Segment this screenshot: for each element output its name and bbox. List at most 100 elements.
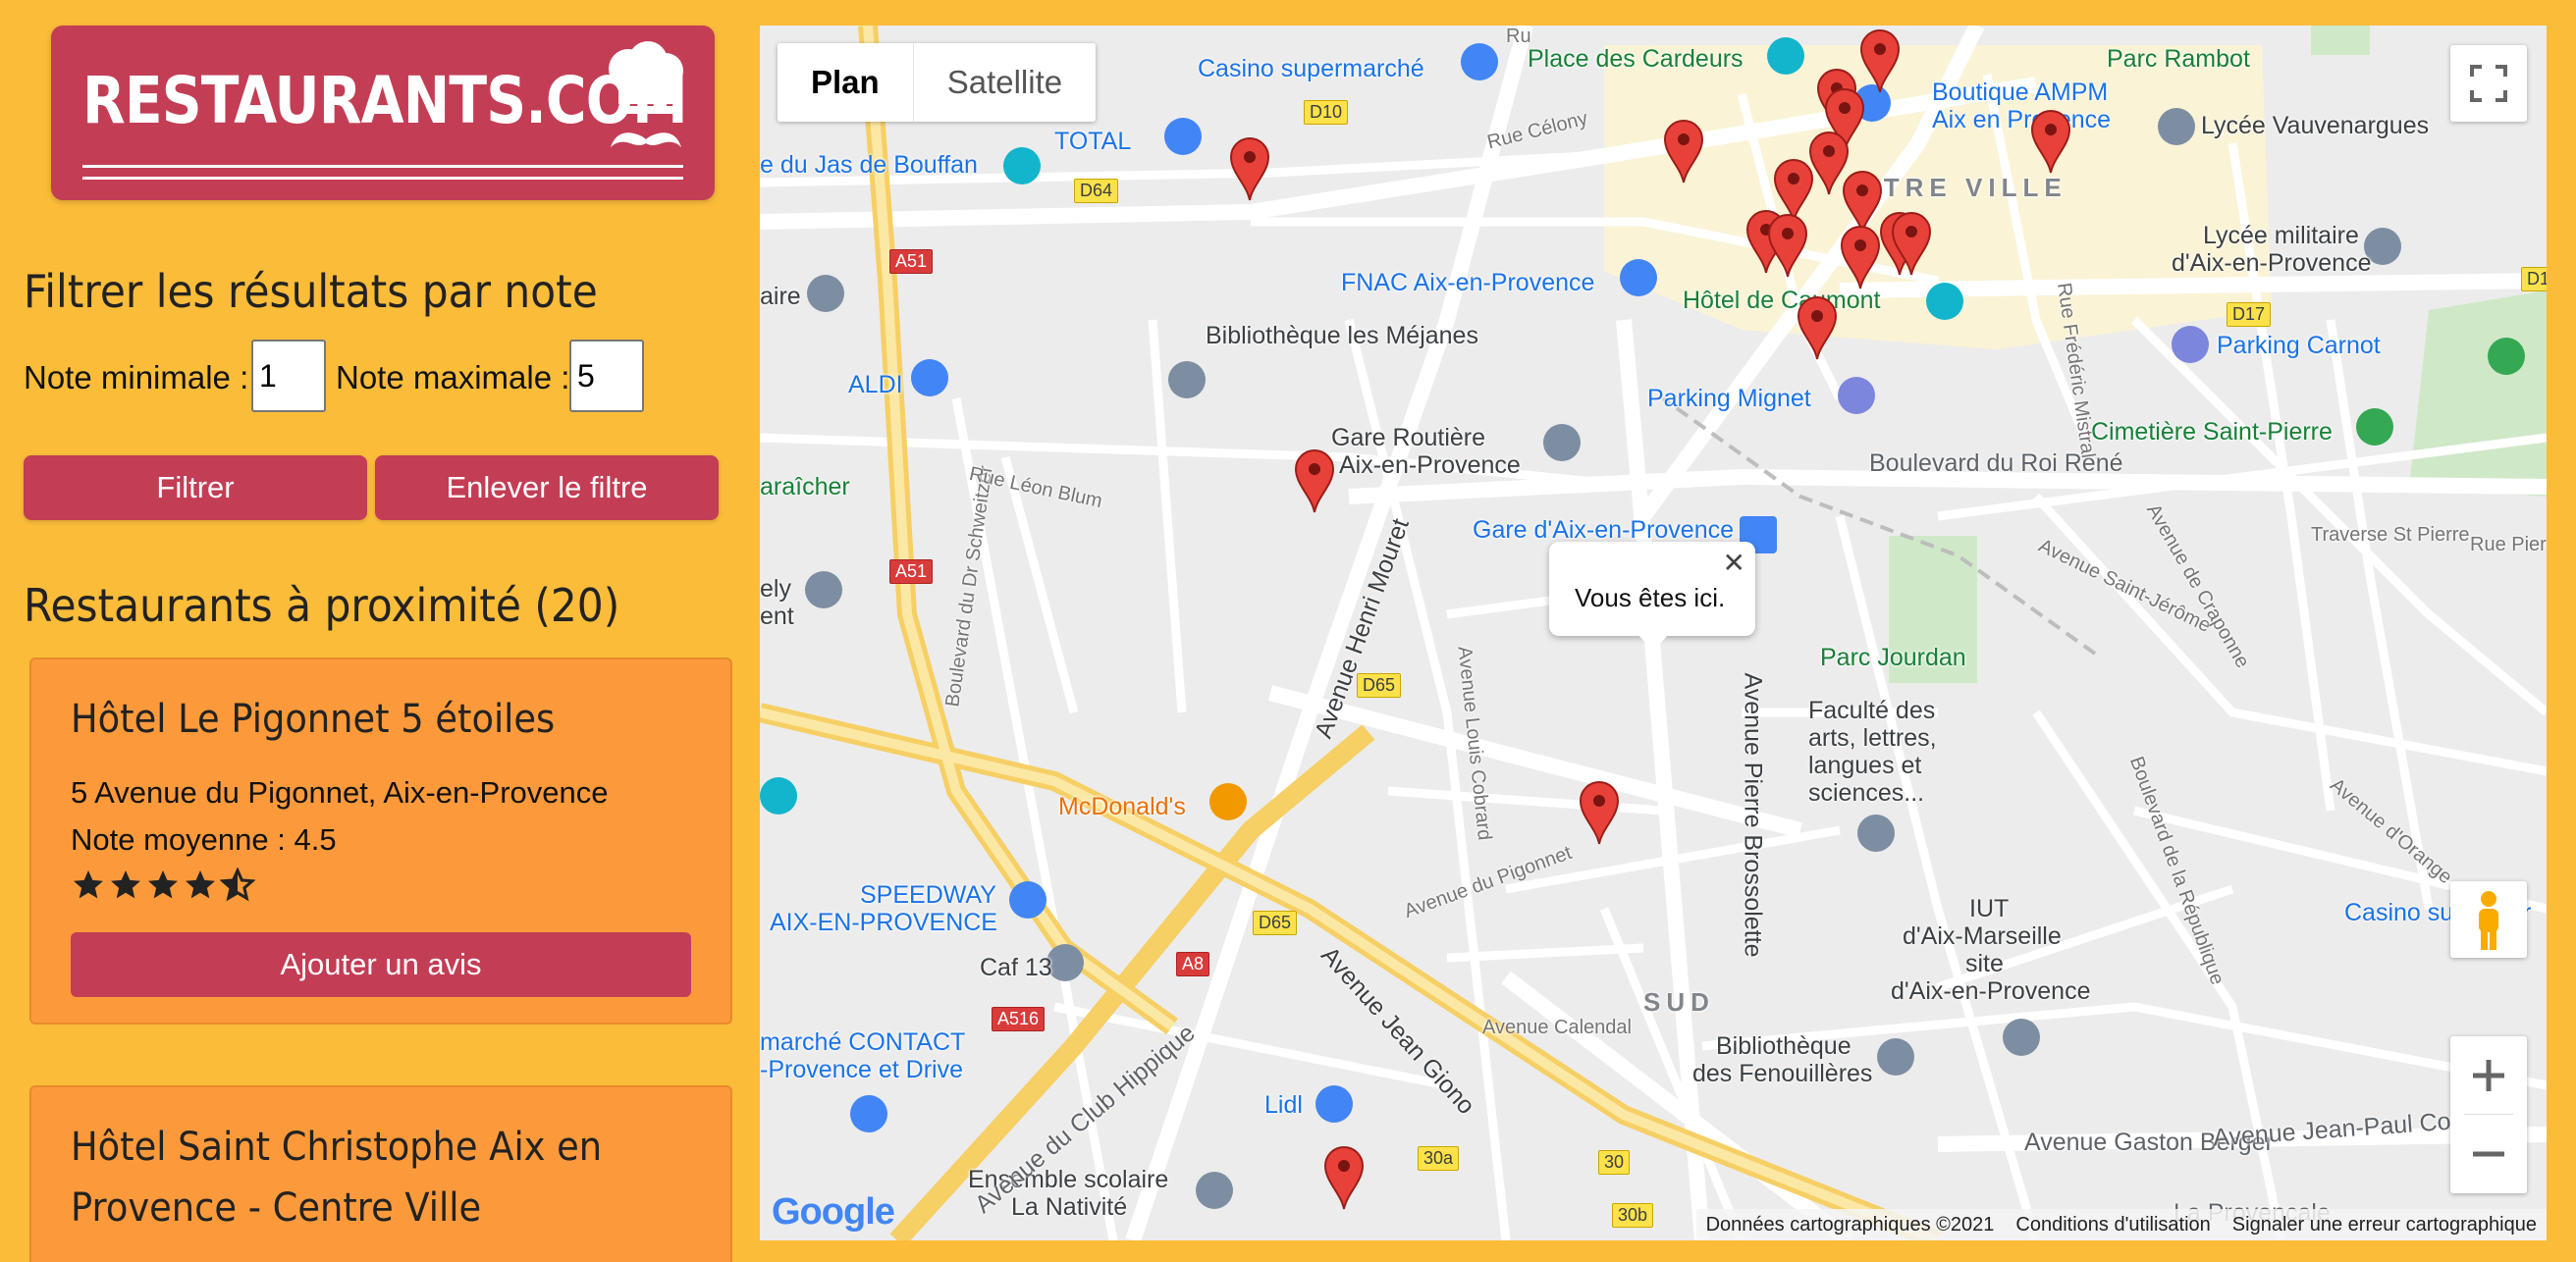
road-shield: 30 bbox=[1598, 1150, 1631, 1175]
school-icon[interactable] bbox=[1196, 1172, 1233, 1209]
restaurant-address: 5 Avenue du Pigonnet, Aix-en-Provence bbox=[71, 775, 609, 810]
camera-icon[interactable] bbox=[1767, 37, 1804, 75]
map-label: langues et bbox=[1808, 752, 1922, 779]
close-icon[interactable]: ✕ bbox=[1723, 550, 1745, 577]
restaurant-marker[interactable] bbox=[1859, 29, 1901, 94]
map-label: Lycée militaire bbox=[2203, 222, 2359, 249]
cemetery-icon[interactable] bbox=[2356, 408, 2393, 446]
shopping-cart-icon[interactable] bbox=[850, 1095, 887, 1132]
map-label: marché CONTACT bbox=[760, 1028, 966, 1056]
site-logo[interactable]: RESTAURANTS.COM bbox=[51, 26, 715, 200]
school-icon[interactable] bbox=[2003, 1019, 2040, 1056]
google-logo[interactable]: Google bbox=[772, 1191, 895, 1234]
map-label: ely bbox=[760, 575, 791, 603]
place-icon[interactable] bbox=[805, 571, 842, 608]
map-label: araîcher bbox=[760, 473, 850, 500]
map[interactable]: D10 D64 A51 D17 D17 A51 D65 D65 A8 A516 … bbox=[760, 26, 2547, 1240]
infowindow-text: Vous êtes ici. bbox=[1575, 583, 1726, 612]
zoom-out-button[interactable] bbox=[2450, 1115, 2527, 1193]
map-label: Parc Rambot bbox=[2107, 45, 2250, 73]
chef-hat-mustache-icon bbox=[609, 41, 683, 147]
shopping-bag-icon[interactable] bbox=[1620, 259, 1657, 296]
map-label: Parking Mignet bbox=[1647, 385, 1811, 412]
parking-icon[interactable] bbox=[1838, 377, 1875, 414]
place-icon[interactable] bbox=[807, 275, 844, 312]
shopping-bag-icon[interactable] bbox=[1009, 881, 1046, 919]
restaurant-icon[interactable] bbox=[1209, 783, 1247, 820]
map-data-credit: Données cartographiques ©2021 bbox=[1705, 1213, 1995, 1236]
restaurant-marker[interactable] bbox=[1579, 781, 1620, 846]
fullscreen-button[interactable] bbox=[2450, 45, 2527, 122]
map-label: Lidl bbox=[1264, 1091, 1303, 1119]
library-icon[interactable] bbox=[1877, 1038, 1914, 1076]
road-shield: 30a bbox=[1418, 1146, 1460, 1171]
map-label: CTRE VILLE bbox=[1859, 173, 2067, 202]
rating-stars bbox=[71, 868, 255, 907]
restaurant-name: Hôtel Saint Christophe Aix en Provence -… bbox=[71, 1125, 603, 1231]
map-label: d'Aix-en-Provence bbox=[1891, 977, 2091, 1005]
road-shield: A516 bbox=[992, 1007, 1046, 1031]
restaurant-marker[interactable] bbox=[1323, 1146, 1365, 1211]
restaurant-marker[interactable] bbox=[1663, 120, 1704, 184]
add-review-button[interactable]: Ajouter un avis bbox=[71, 932, 691, 997]
fuel-station-icon[interactable] bbox=[1164, 118, 1202, 155]
map-label: -Provence et Drive bbox=[760, 1056, 964, 1083]
logo-underline bbox=[82, 177, 683, 180]
zoom-control bbox=[2450, 1036, 2527, 1193]
restaurant-marker[interactable] bbox=[1229, 137, 1270, 202]
filter-button[interactable]: Filtrer bbox=[24, 455, 367, 520]
map-label: d'Aix-Marseille bbox=[1903, 922, 2062, 950]
clear-filter-button[interactable]: Enlever le filtre bbox=[375, 455, 719, 520]
minus-icon bbox=[2473, 1151, 2504, 1157]
map-type-satellite-button[interactable]: Satellite bbox=[912, 43, 1096, 122]
restaurant-card: Hôtel Le Pigonnet 5 étoiles 5 Avenue du … bbox=[29, 657, 732, 1025]
school-icon[interactable] bbox=[2158, 108, 2195, 145]
road-shield: D17 bbox=[2521, 267, 2547, 291]
park-icon[interactable] bbox=[2488, 338, 2525, 375]
restaurant-marker[interactable] bbox=[2030, 110, 2071, 175]
map-label: Aix-en-Provence bbox=[1339, 451, 1521, 479]
report-error-link[interactable]: Signaler une erreur cartographique bbox=[2232, 1214, 2537, 1236]
road-shield: D65 bbox=[1253, 911, 1298, 935]
library-icon[interactable] bbox=[1168, 361, 1206, 398]
zoom-in-button[interactable] bbox=[2450, 1036, 2527, 1115]
restaurant-marker[interactable] bbox=[1891, 212, 1932, 277]
plus-icon bbox=[2473, 1060, 2504, 1091]
shopping-cart-icon[interactable] bbox=[1315, 1085, 1353, 1123]
terms-link[interactable]: Conditions d'utilisation bbox=[2015, 1214, 2210, 1236]
map-label: FNAC Aix-en-Provence bbox=[1341, 269, 1595, 296]
place-icon[interactable] bbox=[1543, 424, 1581, 461]
map-label: Gare Routière bbox=[1331, 424, 1486, 451]
map-label: sciences... bbox=[1808, 779, 1925, 807]
min-rating-label: Note minimale : bbox=[24, 359, 249, 395]
max-rating-label: Note maximale : bbox=[336, 359, 570, 395]
logo-underline bbox=[82, 165, 683, 168]
restaurant-marker[interactable] bbox=[1767, 214, 1808, 279]
map-label: Avenue Pierre Brossolette bbox=[1739, 672, 1767, 958]
map-label: Lycée Vauvenargues bbox=[2201, 112, 2430, 139]
music-icon[interactable] bbox=[760, 777, 797, 815]
school-icon[interactable] bbox=[1857, 815, 1895, 852]
map-label: Casino supermarché bbox=[1198, 55, 1424, 82]
shopping-cart-icon[interactable] bbox=[911, 359, 948, 396]
map-label: Caf 13 bbox=[980, 954, 1052, 981]
min-rating-input[interactable] bbox=[251, 340, 326, 412]
map-label: Avenue Calendal bbox=[1482, 1017, 1632, 1038]
parking-icon[interactable] bbox=[2172, 326, 2209, 363]
museum-icon[interactable] bbox=[1926, 283, 1963, 320]
map-label: Faculté des bbox=[1808, 697, 1936, 724]
restaurant-name: Hôtel Le Pigonnet 5 étoiles bbox=[71, 697, 556, 742]
map-attribution: Données cartographiques ©2021 Conditions… bbox=[1695, 1209, 2547, 1240]
restaurant-marker[interactable] bbox=[1797, 296, 1838, 361]
restaurant-marker[interactable] bbox=[1840, 226, 1881, 290]
shopping-cart-icon[interactable] bbox=[1461, 43, 1498, 80]
street-view-button[interactable] bbox=[2450, 881, 2527, 958]
map-label: Gare d'Aix-en-Provence bbox=[1473, 516, 1735, 544]
camera-icon[interactable] bbox=[1003, 147, 1041, 184]
map-label: Hôtel de Caumont bbox=[1683, 287, 1881, 314]
max-rating-input[interactable] bbox=[569, 340, 644, 412]
map-label: Boutique AMPM bbox=[1932, 79, 2109, 106]
map-type-plan-button[interactable]: Plan bbox=[778, 43, 913, 122]
restaurant-marker[interactable] bbox=[1294, 449, 1335, 514]
map-label: Rue Pierre bbox=[2470, 534, 2547, 555]
